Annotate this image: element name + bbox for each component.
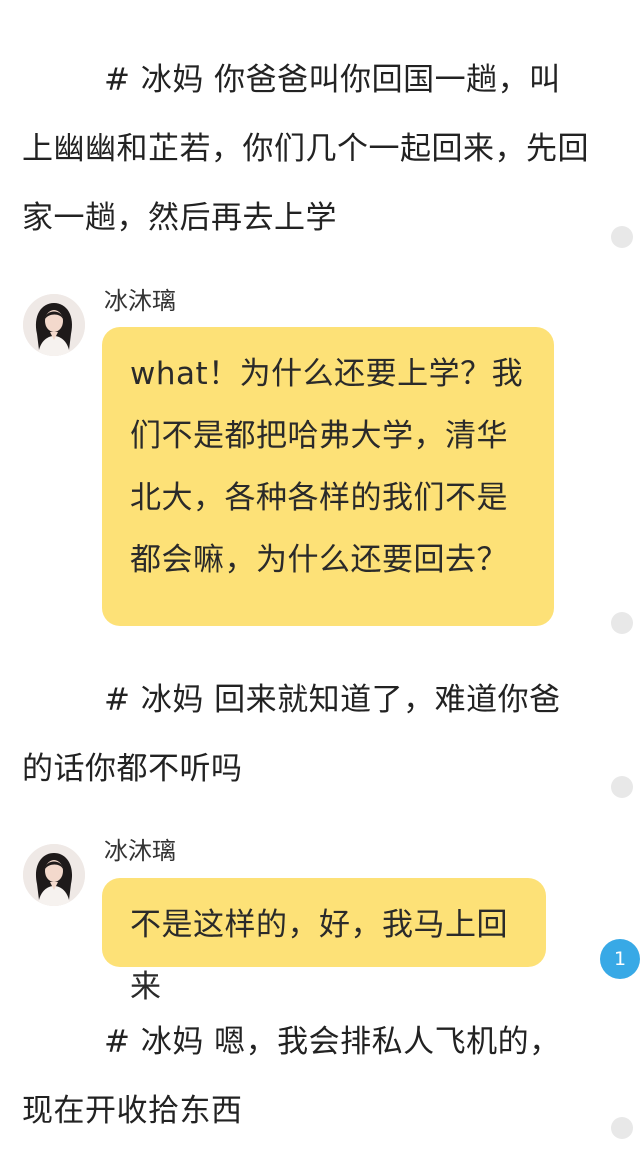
comment-count-badge[interactable]: 1	[600, 939, 640, 979]
comment-dot[interactable]	[611, 226, 633, 248]
narration-paragraph: # 冰妈 你爸爸叫你回国一趟，叫上幽幽和芷若，你们几个一起回来，先回家一趟，然后…	[22, 62, 589, 236]
comment-dot[interactable]	[611, 1117, 633, 1139]
woman-portrait-avatar[interactable]	[23, 294, 85, 356]
comment-dot[interactable]	[611, 776, 633, 798]
woman-portrait-avatar[interactable]	[23, 844, 85, 906]
sender-name: 冰沐璃	[104, 837, 176, 865]
sender-name: 冰沐璃	[104, 287, 176, 315]
message-bubble: 不是这样的，好，我马上回来	[102, 878, 546, 1005]
narration-paragraph: # 冰妈 嗯，我会排私人飞机的，现在开收拾东西	[22, 1024, 561, 1129]
comment-dot[interactable]	[611, 612, 633, 634]
narration-paragraph: # 冰妈 回来就知道了，难道你爸的话你都不听吗	[22, 682, 561, 787]
message-bubble: what！为什么还要上学？我们不是都把哈弗大学，清华北大，各种各样的我们不是都会…	[102, 327, 554, 626]
